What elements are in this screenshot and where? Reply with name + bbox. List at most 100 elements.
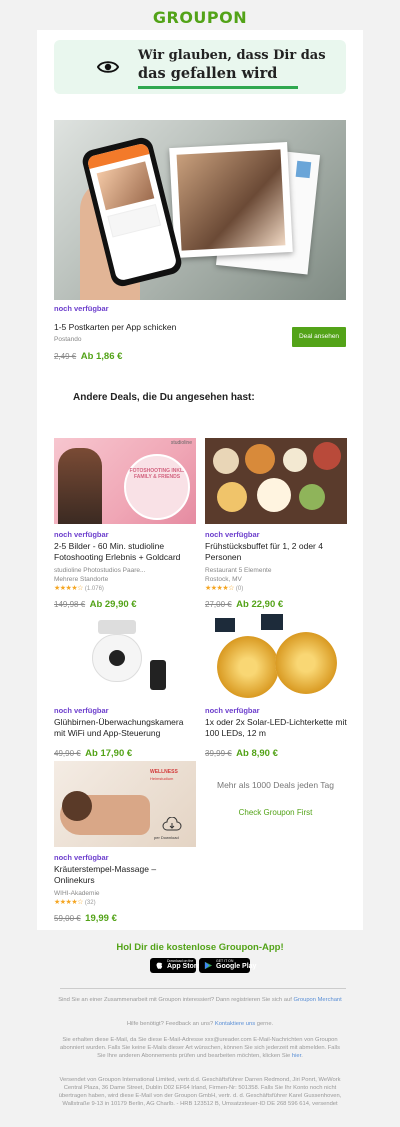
availability-label: noch verfügbar [205,706,260,715]
postcard-front [169,141,293,259]
app-store-badge[interactable]: Download on the App Store [150,958,200,973]
plate [245,444,275,474]
old-price: 149,98 € [54,600,86,609]
merchant-name: Restaurant 5 Elemente [205,567,272,574]
new-price: Ab 29,90 € [89,599,137,610]
banner-underline [138,86,298,89]
stamp [295,160,312,179]
new-price: Ab 8,90 € [236,748,278,759]
deal-title[interactable]: Kräuterstempel-Massage – Onlinekurs [54,864,196,886]
rating-stars: ★★★★☆ (1.076) [54,585,104,592]
wellness-badge: WELLNESS [150,769,178,775]
groupon-merchant-link[interactable]: Groupon Merchant [293,997,341,1003]
deal-price: 149,98 € Ab 29,90 € [54,594,196,612]
deal-title[interactable]: 2-5 Bilder - 60 Min. studioline Fotoshoo… [54,541,196,563]
old-price: 2,49 € [54,352,77,361]
deal-image[interactable]: WELLNESS Heimstudium per Download [54,761,196,847]
availability-label: noch verfügbar [54,530,109,539]
featured-price: 2,49 € Ab 1,86 € [54,346,122,364]
solar-panel [261,614,283,630]
plate [217,482,247,512]
deal-image[interactable]: FOTOSHOOTING INKL. FAMILY & FRIENDS stud… [54,438,196,524]
person-photo [58,448,102,524]
deal-title[interactable]: Frühstücksbuffet für 1, 2 oder 4 Persone… [205,541,347,563]
availability-label: noch verfügbar [54,706,109,715]
phone-image [150,660,166,690]
section-title: Andere Deals, die Du angesehen hast: [73,392,255,403]
google-play-badge[interactable]: GET IT ON Google Play [199,958,256,973]
old-price: 39,99 € [205,749,232,758]
badge-circle [124,454,190,520]
deal-card[interactable]: WELLNESS Heimstudium per Download noch v… [54,761,196,926]
rating-count: (0) [235,586,244,592]
featured-deal-image[interactable]: myphotocards [54,120,346,300]
hair [62,791,92,821]
banner-line-1: Wir glauben, dass Dir das [138,48,326,63]
light-string [275,632,337,694]
old-price: 49,90 € [54,749,81,758]
subscription-info: Sie erhalten diese E-Mail, da Sie diese … [60,1037,340,1059]
cloud-download-icon [162,816,182,833]
merchant-name: studioline Photostudios Paare... [54,567,146,574]
deal-title[interactable]: Glühbirnen-Überwachungskamera mit WiFi u… [54,717,196,739]
rating-count: (32) [84,900,96,906]
deal-ansehen-button[interactable]: Deal ansehen [292,327,346,347]
featured-deal-title[interactable]: 1-5 Postkarten per App schicken [54,322,176,333]
check-groupon-first-link[interactable]: Check Groupon First [205,808,346,817]
play-icon [204,961,213,970]
plate [299,484,325,510]
availability-label: noch verfügbar [205,530,260,539]
app-store-label: App Store [167,963,201,970]
deal-card[interactable]: noch verfügbar 1x oder 2x Solar-LED-Lich… [205,614,347,761]
wellness-badge-sub: Heimstudium [150,776,174,781]
plate [283,448,307,472]
deal-price: 39,99 € Ab 8,90 € [205,743,347,761]
contact-link[interactable]: Kontaktiere uns [215,1021,255,1027]
deal-card[interactable]: noch verfügbar Frühstücksbuffet für 1, 2… [205,438,347,612]
app-promo-title: Hol Dir die kostenlose Groupon-App! [116,942,284,953]
camera-lens [109,650,125,666]
merchant-info: Sind Sie an einer Zusammenarbeit mit Gro… [56,996,344,1004]
deal-price: 27,00 € Ab 22,90 € [205,594,347,612]
brand-badge: studioline [170,440,192,446]
deal-price: 59,00 € 19,99 € [54,908,196,926]
deal-title[interactable]: 1x oder 2x Solar-LED-Lichterkette mit 10… [205,717,347,739]
banner-line-2: das gefallen wird [138,65,278,82]
legal-text: Versendet von Groupon International Limi… [58,1077,342,1107]
groupon-logo[interactable]: GROUPON [0,0,400,30]
solar-panel [215,618,235,632]
help-text: Hilfe benötigt? Feedback an uns? [126,1021,214,1027]
location: Mehrere Standorte [54,576,109,583]
availability-label: noch verfügbar [54,304,109,313]
help-info: Hilfe benötigt? Feedback an uns? Kontakt… [56,1020,344,1028]
email-card: Wir glauben, dass Dir das das gefallen w… [37,30,363,930]
old-price: 27,00 € [205,600,232,609]
rating-stars: ★★★★☆ (32) [54,899,96,906]
merchant-text: Sind Sie an einer Zusammenarbeit mit Gro… [58,997,292,1003]
rating-stars: ★★★★☆ (0) [205,585,244,592]
deal-image[interactable] [205,614,347,700]
plate [313,442,341,470]
postcard-photo [176,149,286,251]
deal-price: 49,90 € Ab 17,90 € [54,743,196,761]
availability-label: noch verfügbar [54,853,109,862]
deal-image[interactable] [54,614,196,700]
deal-card[interactable]: FOTOSHOOTING INKL. FAMILY & FRIENDS stud… [54,438,196,612]
new-price: Ab 1,86 € [80,351,123,362]
featured-merchant: Postando [54,336,82,343]
manage-subscriptions-link[interactable]: hier [292,1053,301,1059]
phone-tile [107,204,162,238]
location: Rostock, MV [205,576,242,583]
plate [213,448,239,474]
plate [257,478,291,512]
deal-image[interactable] [205,438,347,524]
footer-divider [60,988,346,989]
bulb-socket [98,620,136,634]
download-label: per Download [154,835,179,840]
help-suffix: gerne. [256,1021,274,1027]
merchant-name: WIHI-Akademie [54,890,100,897]
rating-count: (1.076) [84,586,104,592]
recommendation-banner: Wir glauben, dass Dir das das gefallen w… [54,40,346,94]
deal-card[interactable]: noch verfügbar Glühbirnen-Überwachungska… [54,614,196,761]
google-play-label: Google Play [216,963,257,970]
